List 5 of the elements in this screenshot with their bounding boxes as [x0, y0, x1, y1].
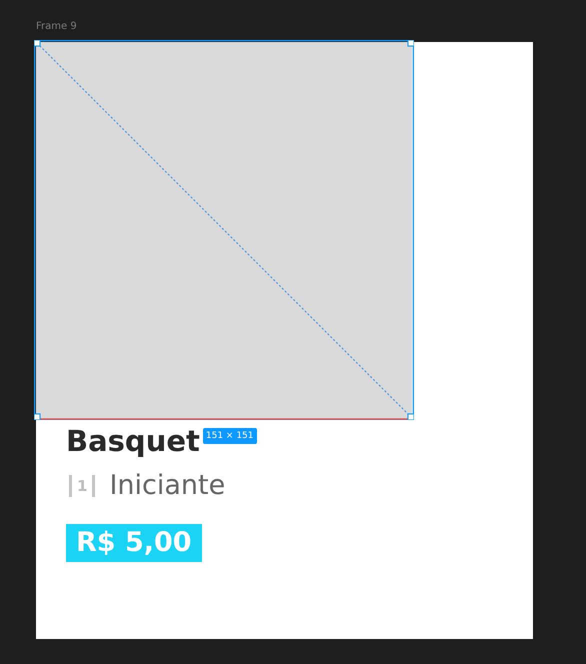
- card-title: Basquet: [66, 423, 200, 460]
- level-label: Iniciante: [109, 470, 226, 502]
- size-badge: 151 × 151: [202, 428, 256, 444]
- frame-label[interactable]: Frame 9: [36, 20, 77, 36]
- price-tag: R$ 5,00: [66, 524, 202, 562]
